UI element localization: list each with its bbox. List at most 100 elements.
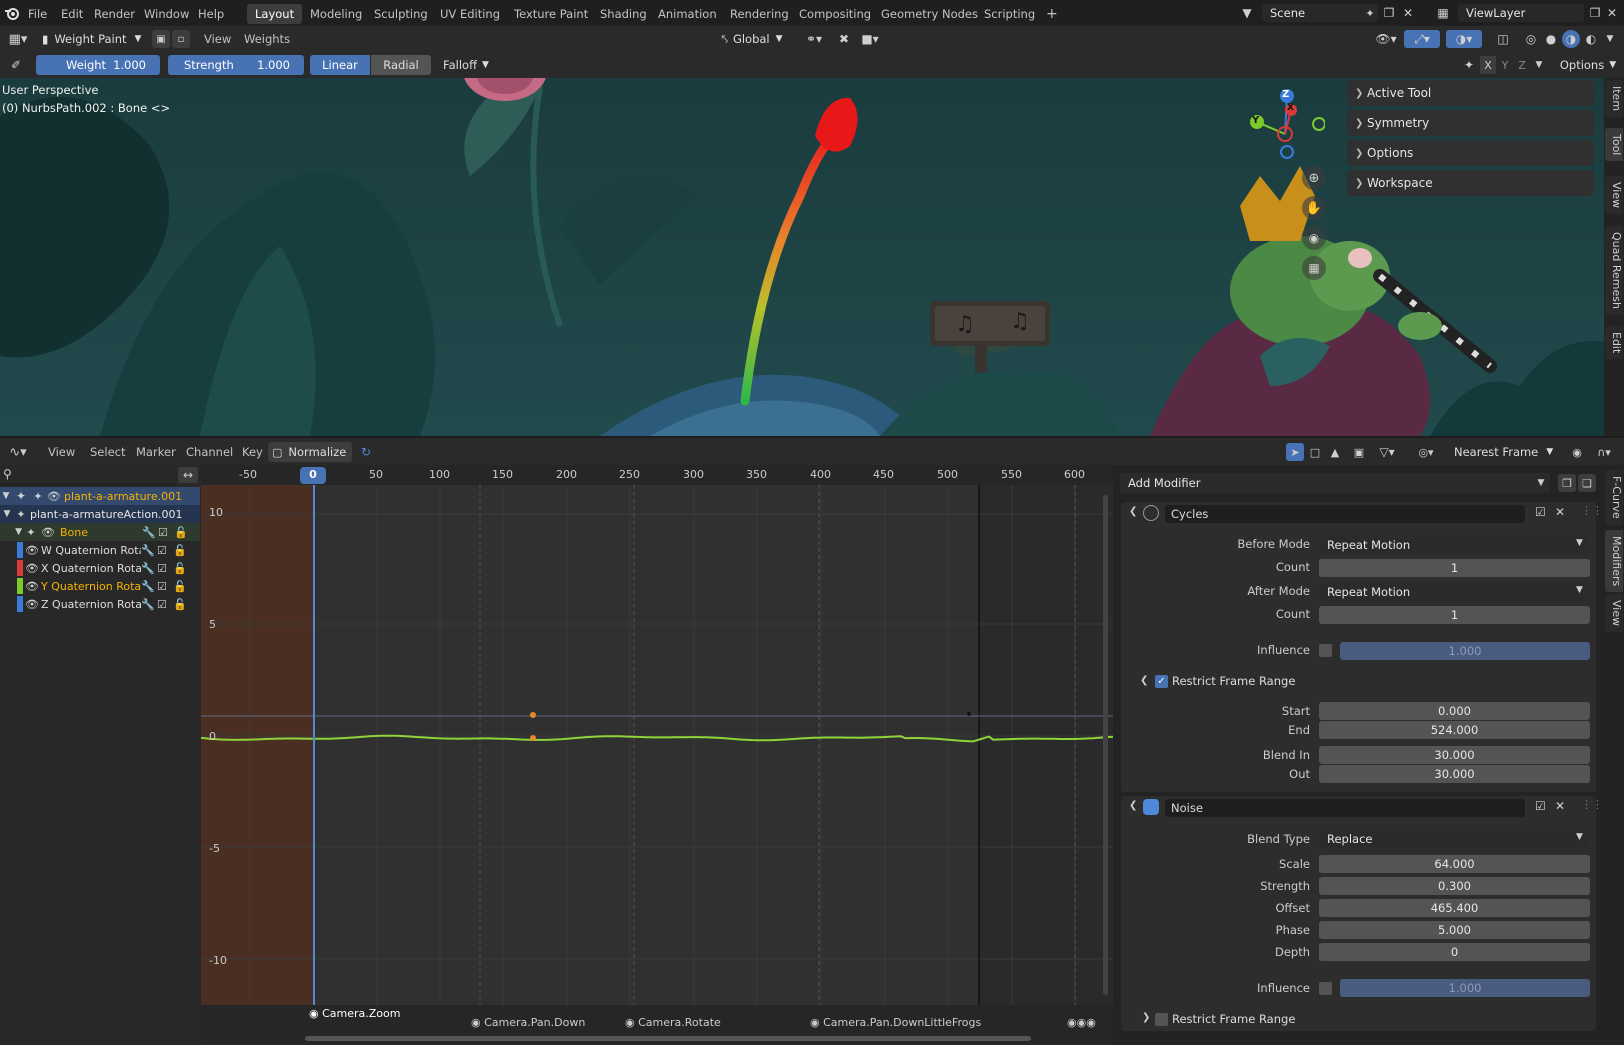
- channel-row-action[interactable]: ▼ ✦ plant-a-armatureAction.001: [0, 505, 200, 523]
- after-count-field[interactable]: 1: [1319, 606, 1590, 624]
- channel-row-y-quaternion[interactable]: 👁 Y Quaternion Rotat 🔧 ☑ 🔓: [0, 577, 200, 595]
- tab-compositing[interactable]: Compositing: [791, 4, 879, 24]
- delete-scene-icon[interactable]: ✕: [1400, 4, 1416, 22]
- transform-orientation[interactable]: ⤣ Global ▼: [712, 29, 792, 49]
- current-frame-label[interactable]: 0: [301, 468, 325, 481]
- sidebar-tab-modifiers[interactable]: Modifiers: [1605, 530, 1623, 593]
- snap-icon[interactable]: ✖: [834, 30, 854, 48]
- npanel-tab-quad-remesh[interactable]: Quad Remesh: [1605, 226, 1623, 315]
- view-selected-icon[interactable]: ▣: [1350, 443, 1368, 461]
- select-tool-icon[interactable]: ➤: [1286, 443, 1304, 461]
- scale-field[interactable]: 64.000: [1319, 855, 1590, 873]
- tab-rendering[interactable]: Rendering: [722, 4, 797, 24]
- falloff-linear-button[interactable]: Linear: [310, 55, 370, 75]
- noise-strength-field[interactable]: 0.300: [1319, 877, 1590, 895]
- chevron-down-icon[interactable]: ▼: [1532, 56, 1546, 74]
- cycles-influence-checkbox[interactable]: [1319, 644, 1332, 657]
- npanel-tab-edit[interactable]: Edit: [1605, 326, 1623, 360]
- phase-field[interactable]: 5.000: [1319, 921, 1590, 939]
- channel-row-object[interactable]: ▼ ✦ ✦ 👁 plant-a-armature.001: [0, 487, 200, 505]
- npanel-tab-item[interactable]: Item: [1605, 80, 1623, 118]
- enable-checkbox-icon[interactable]: ☑: [1535, 505, 1546, 519]
- close-icon[interactable]: ✕: [1555, 799, 1565, 813]
- restrict-range-checkbox[interactable]: ✓: [1155, 675, 1168, 688]
- blender-logo-icon[interactable]: [2, 3, 22, 23]
- before-mode-dropdown[interactable]: Repeat Motion: [1319, 536, 1590, 554]
- mirror-y-toggle[interactable]: Y: [1497, 56, 1513, 74]
- new-view-layer-icon[interactable]: ❐: [1586, 4, 1604, 22]
- swap-icon[interactable]: ↔: [178, 467, 198, 483]
- drag-handle-icon[interactable]: ⋮⋮: [1581, 798, 1603, 811]
- options-dropdown[interactable]: Options ▼: [1556, 55, 1620, 75]
- horizontal-scrollbar[interactable]: [305, 1036, 1031, 1041]
- warning-icon[interactable]: ▲: [1326, 443, 1344, 461]
- falloff-curve-icon[interactable]: ∩▾: [1590, 443, 1618, 461]
- tab-geometry-nodes[interactable]: Geometry Nodes: [873, 4, 986, 24]
- noise-restrict-range-checkbox[interactable]: [1155, 1013, 1168, 1026]
- delete-view-layer-icon[interactable]: ✕: [1604, 4, 1620, 22]
- falloff-radial-button[interactable]: Radial: [371, 55, 431, 75]
- close-icon[interactable]: ✕: [1555, 505, 1565, 519]
- menu-render[interactable]: Render: [86, 4, 143, 24]
- marker-cluster-icons[interactable]: ◉◉◉: [1067, 1016, 1096, 1029]
- noise-name-field[interactable]: Noise: [1165, 799, 1525, 817]
- mode-selector[interactable]: ▮ Weight Paint ▼: [36, 29, 148, 49]
- after-mode-dropdown[interactable]: Repeat Motion: [1319, 583, 1590, 601]
- vertical-scrollbar[interactable]: [1103, 495, 1108, 995]
- before-count-field[interactable]: 1: [1319, 559, 1590, 577]
- ortho-grid-icon[interactable]: ▦: [1302, 256, 1326, 280]
- graph-menu-marker[interactable]: Marker: [128, 442, 184, 462]
- strength-field[interactable]: Strength 1.000: [168, 55, 304, 75]
- visibility-icon[interactable]: 👁▾: [1372, 30, 1400, 48]
- blend-in-field[interactable]: 30.000: [1319, 746, 1590, 764]
- paint-mask-icon[interactable]: ▣: [152, 30, 170, 48]
- copy-modifiers-icon[interactable]: ❐: [1558, 474, 1576, 492]
- vertex-mask-icon[interactable]: ▫: [172, 30, 190, 48]
- channel-row-w-quaternion[interactable]: 👁 W Quaternion Rota 🔧 ☑ 🔓: [0, 541, 200, 559]
- enable-checkbox-icon[interactable]: ☑: [1535, 799, 1546, 813]
- brush-icon[interactable]: ✐: [6, 56, 26, 74]
- expand-chevron-icon[interactable]: ❯: [1142, 1012, 1150, 1023]
- npanel-tab-tool[interactable]: Tool: [1605, 128, 1623, 162]
- noise-modifier-header[interactable]: ❮ Noise ☑ ✕ ⋮⋮: [1121, 796, 1603, 820]
- marker-camera-pan-down-little-frogs[interactable]: ◉ Camera.Pan.DownLittleFrogs: [810, 1016, 981, 1029]
- graph-menu-select[interactable]: Select: [82, 442, 133, 462]
- channel-row-x-quaternion[interactable]: 👁 X Quaternion Rotat 🔧 ☑ 🔓: [0, 559, 200, 577]
- view-layer-icon[interactable]: ▦: [1428, 4, 1458, 22]
- weight-field[interactable]: Weight 1.000: [36, 55, 160, 75]
- graph-menu-key[interactable]: Key: [234, 442, 271, 462]
- gizmo-toggle-icon[interactable]: ⤢▾: [1404, 30, 1440, 48]
- tab-animation[interactable]: Animation: [650, 4, 725, 24]
- menu-weights[interactable]: Weights: [236, 29, 298, 49]
- scene-icon[interactable]: ▼: [1232, 4, 1262, 22]
- solid-shading-icon[interactable]: ●: [1542, 30, 1560, 48]
- start-field[interactable]: 0.000: [1319, 702, 1590, 720]
- pin-icon[interactable]: ✦: [1362, 4, 1378, 22]
- pivot-icon[interactable]: ⚭▾: [800, 30, 828, 48]
- sidebar-tab-view[interactable]: View: [1605, 594, 1623, 633]
- mirror-z-toggle[interactable]: Z: [1514, 56, 1530, 74]
- tab-uv-editing[interactable]: UV Editing: [432, 4, 508, 24]
- menu-file[interactable]: File: [20, 4, 55, 24]
- viewport-3d[interactable]: ♫ ♫ User Perspective (0) NurbsPath.002 :…: [0, 26, 1624, 436]
- proportional-edit-icon[interactable]: ◉: [1568, 443, 1586, 461]
- add-workspace-button[interactable]: +: [1038, 4, 1066, 24]
- camera-view-icon[interactable]: ◉: [1302, 226, 1326, 250]
- view-layer-selector[interactable]: ViewLayer: [1458, 4, 1584, 22]
- graph-area[interactable]: 0 -50 50 100 150 200 250 300 350 400 450…: [201, 465, 1113, 1045]
- blend-type-dropdown[interactable]: Replace: [1319, 830, 1590, 848]
- marker-camera-rotate[interactable]: ◉ Camera.Rotate: [625, 1016, 721, 1029]
- new-scene-icon[interactable]: ❐: [1380, 4, 1398, 22]
- graph-menu-view[interactable]: View: [40, 442, 83, 462]
- panel-active-tool[interactable]: ❯ Active Tool: [1347, 80, 1594, 106]
- tab-sculpting[interactable]: Sculpting: [366, 4, 436, 24]
- channel-search-input[interactable]: [0, 465, 176, 485]
- channel-row-z-quaternion[interactable]: 👁 Z Quaternion Rotat 🔧 ☑ 🔓: [0, 595, 200, 613]
- pan-hand-icon[interactable]: ✋: [1302, 196, 1326, 220]
- scene-selector[interactable]: Scene: [1262, 4, 1378, 22]
- graph-menu-channel[interactable]: Channel: [178, 442, 241, 462]
- overlay-toggle-icon[interactable]: ◑▾: [1446, 30, 1482, 48]
- filter-icon[interactable]: ▽▾: [1374, 443, 1400, 461]
- navigation-gizmo[interactable]: Z Y X: [1245, 86, 1326, 166]
- wireframe-shading-icon[interactable]: ◎: [1522, 30, 1540, 48]
